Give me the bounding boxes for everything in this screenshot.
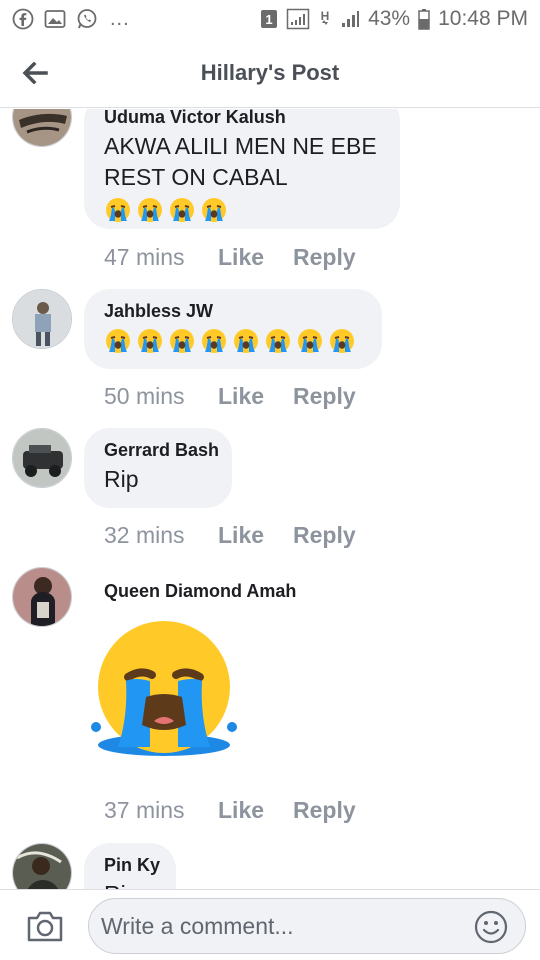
battery-icon xyxy=(418,8,430,30)
crying-face-icon xyxy=(138,329,162,353)
comment-author[interactable]: Queen Diamond Amah xyxy=(104,581,296,602)
comment-time[interactable]: 32 mins xyxy=(104,522,218,549)
avatar[interactable] xyxy=(12,567,72,627)
comment-author[interactable]: Gerrard Bash xyxy=(104,440,219,461)
avatar[interactable] xyxy=(12,843,72,889)
like-button[interactable]: Like xyxy=(218,244,293,271)
comment-time[interactable]: 50 mins xyxy=(104,383,218,410)
battery-percentage: 43% xyxy=(368,7,411,30)
crying-face-icon xyxy=(106,198,130,222)
comment-bubble[interactable]: Uduma Victor Kalush AKWA ALILI MEN NE EB… xyxy=(84,109,400,229)
comments-list[interactable]: Uduma Victor Kalush AKWA ALILI MEN NE EB… xyxy=(0,109,540,889)
avatar[interactable] xyxy=(12,109,72,147)
comment-meta: 32 mins Like Reply xyxy=(104,522,356,549)
reply-button[interactable]: Reply xyxy=(293,797,356,824)
comment-item: Jahbless JW 50 mins Like Reply xyxy=(0,289,540,429)
comment-author[interactable]: Pin Ky xyxy=(104,855,160,876)
comment-author[interactable]: Uduma Victor Kalush xyxy=(104,109,380,128)
facebook-notification-icon xyxy=(12,8,34,30)
reply-button[interactable]: Reply xyxy=(293,244,356,271)
comment-text: AKWA ALILI MEN NE EBE REST ON CABAL xyxy=(104,133,377,190)
sim-card-icon: 1 xyxy=(260,9,278,29)
svg-text:H: H xyxy=(321,9,330,23)
avatar[interactable] xyxy=(12,428,72,488)
crying-face-icon xyxy=(202,198,226,222)
status-bar: ... 1 H 43% 10:48 PM xyxy=(0,0,540,38)
crying-face-icon xyxy=(138,198,162,222)
comment-time[interactable]: 37 mins xyxy=(104,797,218,824)
comment-time[interactable]: 47 mins xyxy=(104,244,218,271)
svg-text:1: 1 xyxy=(265,12,272,27)
comment-meta: 47 mins Like Reply xyxy=(104,244,356,271)
network-type-icon: H xyxy=(318,8,332,30)
page-title: Hillary's Post xyxy=(200,60,340,85)
like-button[interactable]: Like xyxy=(218,522,293,549)
more-notifications: ... xyxy=(110,7,130,30)
comment-bubble[interactable]: Jahbless JW xyxy=(84,289,382,369)
comment-author[interactable]: Jahbless JW xyxy=(104,301,362,322)
comment-bubble[interactable]: Gerrard Bash Rip xyxy=(84,428,232,508)
crying-face-icon xyxy=(202,329,226,353)
comment-item: Pin Ky Ri xyxy=(0,843,540,889)
crying-face-icon xyxy=(298,329,322,353)
emoji-button[interactable] xyxy=(474,910,508,944)
emoji-row xyxy=(104,327,362,355)
smiley-icon xyxy=(474,910,508,944)
like-button[interactable]: Like xyxy=(218,797,293,824)
sticker[interactable] xyxy=(88,619,240,765)
crying-face-icon xyxy=(106,329,130,353)
crying-face-icon xyxy=(170,198,194,222)
signal-strength-icon xyxy=(340,9,360,29)
camera-icon xyxy=(27,911,63,942)
comment-bubble[interactable]: Pin Ky Ri xyxy=(84,843,176,889)
clock: 10:48 PM xyxy=(438,7,528,30)
comment-item: Queen Diamond Amah 37 mins Like Reply xyxy=(0,567,540,843)
emoji-row xyxy=(104,196,380,224)
signal-icon xyxy=(286,8,310,30)
comment-input[interactable] xyxy=(88,898,526,954)
comment-text: Ri xyxy=(104,879,156,889)
crying-face-icon xyxy=(234,329,258,353)
comment-text: Rip xyxy=(104,466,139,492)
comment-item: Uduma Victor Kalush AKWA ALILI MEN NE EB… xyxy=(0,109,540,289)
loudly-crying-face-icon xyxy=(91,621,237,756)
comment-meta: 37 mins Like Reply xyxy=(104,797,356,824)
reply-button[interactable]: Reply xyxy=(293,522,356,549)
crying-face-icon xyxy=(170,329,194,353)
comment-composer xyxy=(0,889,540,960)
like-button[interactable]: Like xyxy=(218,383,293,410)
comment-item: Gerrard Bash Rip 32 mins Like Reply xyxy=(0,428,540,568)
whatsapp-icon xyxy=(76,8,98,30)
camera-button[interactable] xyxy=(26,908,64,944)
comment-meta: 50 mins Like Reply xyxy=(104,383,356,410)
reply-button[interactable]: Reply xyxy=(293,383,356,410)
gallery-icon xyxy=(44,9,66,29)
crying-face-icon xyxy=(330,329,354,353)
avatar[interactable] xyxy=(12,289,72,349)
crying-face-icon xyxy=(266,329,290,353)
page-header: Hillary's Post xyxy=(0,38,540,108)
